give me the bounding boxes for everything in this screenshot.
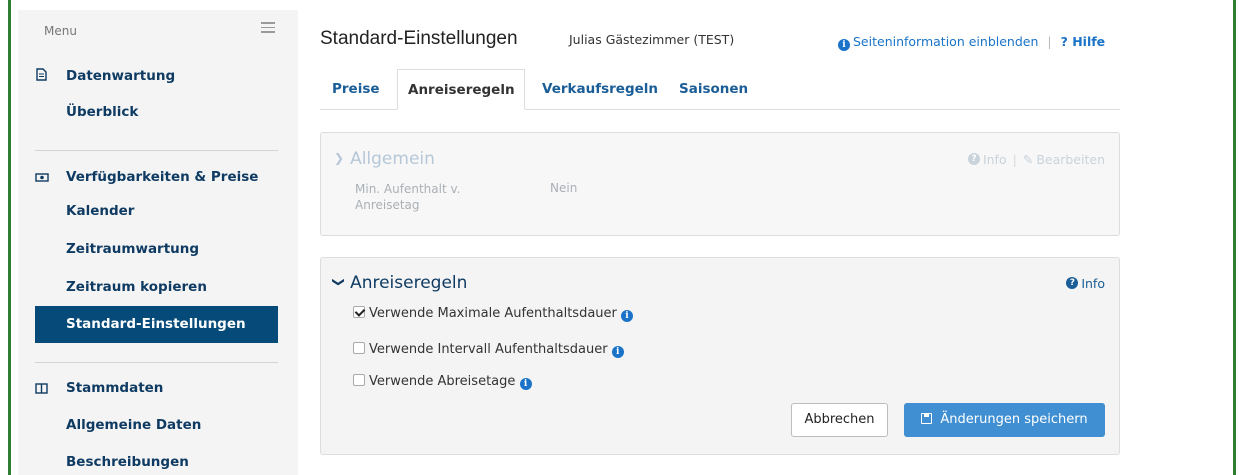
sidebar-item-label: Standard-Einstellungen <box>66 316 246 332</box>
help-link[interactable]: ? Hilfe <box>1061 34 1106 49</box>
panel-anreiseregeln: ❯ Anreiseregeln ? Info Verwende Maximale A… <box>320 257 1120 455</box>
sidebar-menu-header: Menu <box>18 10 298 54</box>
panel-allgemein-edit-label: Bearbeiten <box>1036 152 1105 167</box>
info-icon[interactable]: i <box>621 310 634 322</box>
panel-allgemein-edit-link[interactable]: ✎ Bearbeiten <box>1023 152 1105 167</box>
chevron-down-icon: ❯ <box>334 151 345 165</box>
chevron-down-icon: ❯ <box>332 276 347 288</box>
sidebar-section-stammdaten[interactable]: Stammdaten <box>66 380 163 396</box>
checkbox-label: Verwende Intervall Aufenthaltsdauer <box>369 342 608 357</box>
field-value-min-aufenthalt: Nein <box>550 181 578 195</box>
page-info-link-label: Seiteninformation einblenden <box>853 34 1039 49</box>
panel-anreiseregeln-info-link[interactable]: ? Info <box>1066 276 1105 291</box>
tab-saisonen[interactable]: Saisonen <box>679 69 748 110</box>
checkbox-row-abreisetage: Verwende Abreisetage i <box>353 374 535 390</box>
columns-icon <box>35 383 48 394</box>
sidebar-item-zeitraum-kopieren[interactable]: Zeitraum kopieren <box>66 279 207 295</box>
sidebar-divider <box>35 362 278 363</box>
property-name: Julias Gästezimmer (TEST) <box>569 32 735 47</box>
checkbox-intervall-aufenthalt[interactable] <box>353 342 365 354</box>
sidebar-item-standard-einstellungen[interactable]: Standard-Einstellungen <box>35 306 278 343</box>
question-icon: ? <box>967 153 980 165</box>
page-title: Standard-Einstellungen <box>320 28 518 49</box>
checkbox-row-max-aufenthalt: Verwende Maximale Aufenthaltsdauer i <box>353 306 636 322</box>
panel-allgemein: ❯ Allgemein ? Info | ✎ Bearbeiten Min. Aufent… <box>320 132 1120 236</box>
panel-allgemein-title-text: Allgemein <box>350 149 435 169</box>
checkbox-label: Verwende Abreisetage <box>369 374 516 389</box>
sidebar-item-zeitraumwartung[interactable]: Zeitraumwartung <box>66 241 199 257</box>
window-frame-right <box>1233 0 1236 475</box>
panel-allgemein-info-label: Info <box>982 152 1007 167</box>
panel-allgemein-info-link[interactable]: ? Info <box>967 152 1007 167</box>
panel-allgemein-title[interactable]: ❯ Allgemein <box>334 149 435 169</box>
header-separator: | <box>1047 34 1052 49</box>
field-label-min-aufenthalt: Min. Aufenthalt v. Anreisetag <box>355 182 461 212</box>
sidebar-divider <box>35 150 278 151</box>
checkbox-row-intervall-aufenthalt: Verwende Intervall Aufenthaltsdauer i <box>353 342 627 358</box>
save-icon <box>921 413 933 424</box>
panel-anreiseregeln-info-label: Info <box>1081 276 1105 291</box>
window-frame-left <box>0 0 11 475</box>
panel-anreiseregeln-title[interactable]: ❯ Anreiseregeln <box>332 273 468 293</box>
sidebar-section-verfuegbarkeiten[interactable]: Verfügbarkeiten & Preise <box>66 169 258 185</box>
hamburger-icon[interactable] <box>261 22 275 34</box>
info-icon[interactable]: i <box>519 378 532 390</box>
info-icon: i <box>838 39 850 51</box>
header-links: i Seiteninformation einblenden | ? Hilfe <box>838 34 1105 51</box>
checkbox-label: Verwende Maximale Aufenthaltsdauer <box>369 306 617 321</box>
checkbox-max-aufenthalt[interactable] <box>353 306 365 318</box>
sidebar-item-beschreibungen[interactable]: Beschreibungen <box>66 454 189 470</box>
document-icon <box>36 68 47 81</box>
money-icon <box>35 173 49 182</box>
tab-verkaufsregeln[interactable]: Verkaufsregeln <box>542 69 658 110</box>
tab-anreiseregeln[interactable]: Anreiseregeln <box>397 69 525 110</box>
tab-bar: Preise Anreiseregeln Verkaufsregeln Sais… <box>320 69 1120 110</box>
checkbox-abreisetage[interactable] <box>353 374 365 386</box>
menu-label: Menu <box>44 24 77 38</box>
question-icon: ? <box>1066 277 1079 289</box>
page-info-link[interactable]: i Seiteninformation einblenden <box>838 34 1039 51</box>
sidebar: Menu Datenwartung Überblick Verfügbarkei… <box>18 10 298 475</box>
tab-preise[interactable]: Preise <box>332 69 380 110</box>
info-icon[interactable]: i <box>611 346 624 358</box>
sidebar-item-ueberblick[interactable]: Überblick <box>66 104 138 120</box>
sidebar-item-kalender[interactable]: Kalender <box>66 203 134 219</box>
save-button-label: Änderungen speichern <box>940 412 1088 427</box>
panel-allgemein-actions: ? Info | ✎ Bearbeiten <box>967 152 1105 167</box>
actions-separator: | <box>1012 152 1017 167</box>
sidebar-section-datenwartung[interactable]: Datenwartung <box>66 68 175 84</box>
panel-anreiseregeln-title-text: Anreiseregeln <box>350 273 468 293</box>
cancel-button[interactable]: Abbrechen <box>791 403 888 437</box>
save-changes-button[interactable]: Änderungen speichern <box>904 403 1105 437</box>
pencil-icon: ✎ <box>1022 152 1034 167</box>
sidebar-item-allgemeine-daten[interactable]: Allgemeine Daten <box>66 417 201 433</box>
